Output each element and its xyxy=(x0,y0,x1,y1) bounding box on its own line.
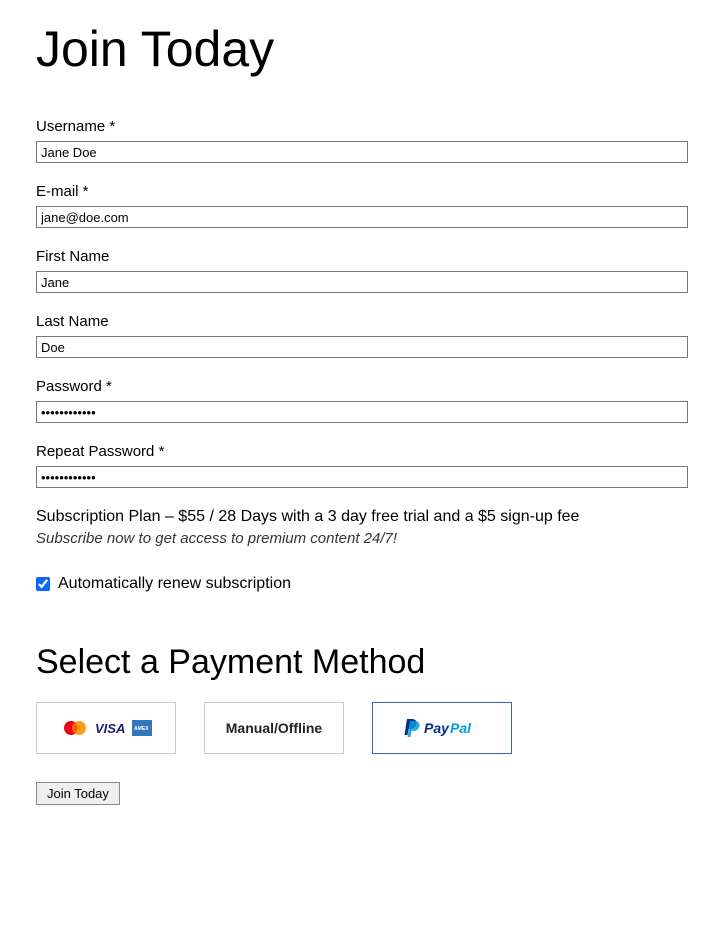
field-first-name: First Name xyxy=(36,248,688,293)
field-last-name: Last Name xyxy=(36,313,688,358)
field-username: Username * xyxy=(36,118,688,163)
auto-renew-row: Automatically renew subscription xyxy=(36,575,688,593)
username-input[interactable] xyxy=(36,141,688,163)
page-title: Join Today xyxy=(36,20,688,78)
repeat-password-label: Repeat Password * xyxy=(36,443,688,460)
subscription-plan-desc: Subscribe now to get access to premium c… xyxy=(36,530,688,547)
amex-icon: AMEX xyxy=(132,718,152,738)
payment-method-title: Select a Payment Method xyxy=(36,643,688,682)
payment-option-manual[interactable]: Manual/Offline xyxy=(204,702,344,754)
last-name-input[interactable] xyxy=(36,336,688,358)
field-repeat-password: Repeat Password * xyxy=(36,443,688,488)
svg-text:VISA: VISA xyxy=(95,721,125,736)
first-name-label: First Name xyxy=(36,248,688,265)
svg-text:Pay: Pay xyxy=(424,720,450,736)
field-password: Password * xyxy=(36,378,688,423)
auto-renew-checkbox[interactable] xyxy=(36,577,50,591)
join-today-button[interactable]: Join Today xyxy=(36,782,120,805)
field-email: E-mail * xyxy=(36,183,688,228)
creditcard-icons: VISA AMEX xyxy=(60,718,152,738)
first-name-input[interactable] xyxy=(36,271,688,293)
repeat-password-input[interactable] xyxy=(36,466,688,488)
username-label: Username * xyxy=(36,118,688,135)
email-input[interactable] xyxy=(36,206,688,228)
svg-text:Pal: Pal xyxy=(450,720,472,736)
visa-icon: VISA xyxy=(94,718,128,738)
password-input[interactable] xyxy=(36,401,688,423)
subscription-plan-line: Subscription Plan – $55 / 28 Days with a… xyxy=(36,508,688,526)
payment-methods: VISA AMEX Manual/Offline Pay Pal xyxy=(36,702,688,754)
svg-text:AMEX: AMEX xyxy=(134,726,149,732)
payment-option-creditcard[interactable]: VISA AMEX xyxy=(36,702,176,754)
last-name-label: Last Name xyxy=(36,313,688,330)
email-label: E-mail * xyxy=(36,183,688,200)
password-label: Password * xyxy=(36,378,688,395)
mastercard-icon xyxy=(60,718,90,738)
paypal-icon: Pay Pal xyxy=(402,717,482,739)
payment-option-paypal[interactable]: Pay Pal xyxy=(372,702,512,754)
auto-renew-label: Automatically renew subscription xyxy=(58,575,291,593)
manual-label: Manual/Offline xyxy=(226,720,322,736)
